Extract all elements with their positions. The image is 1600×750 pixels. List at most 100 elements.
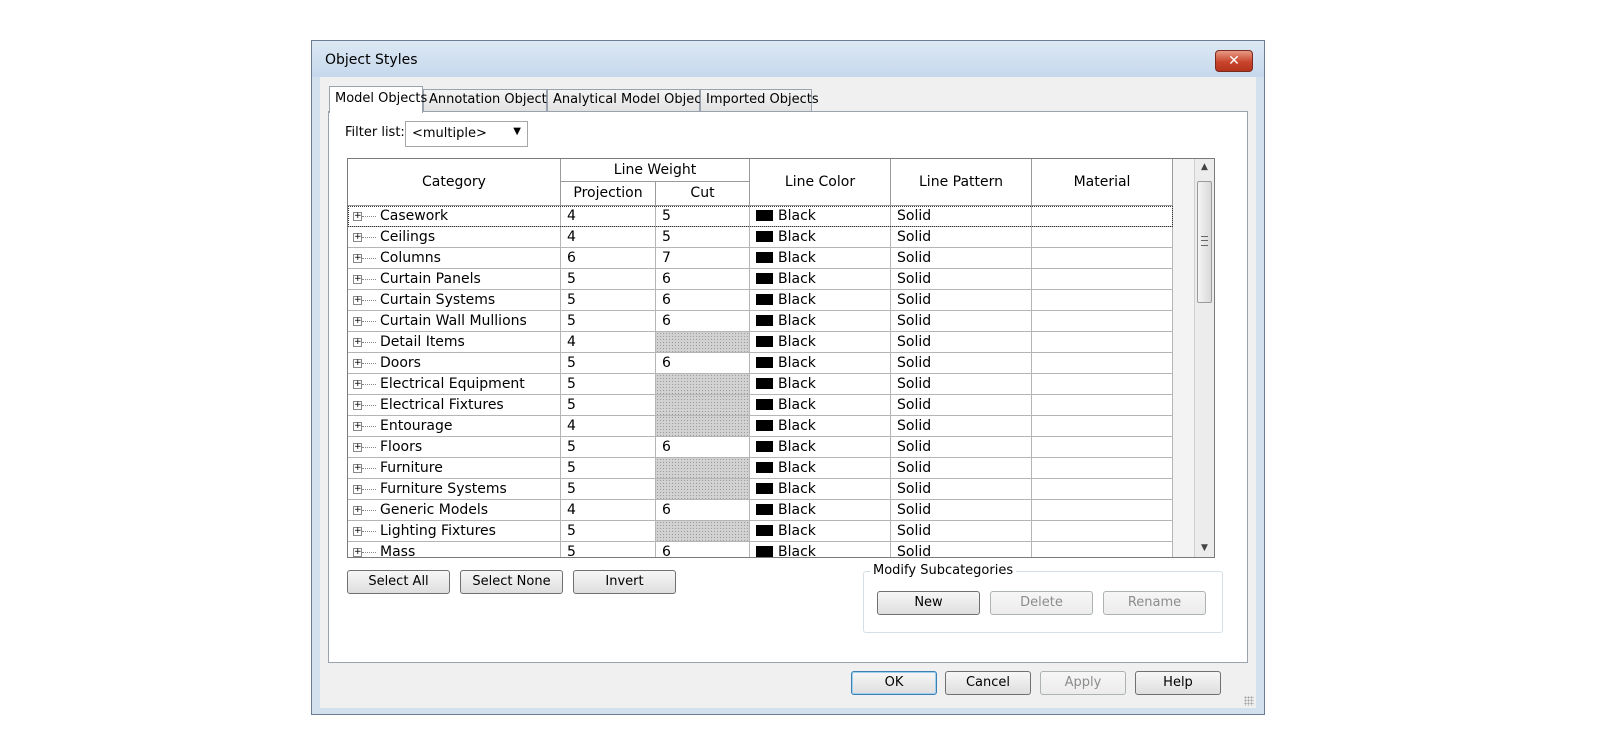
line-color-cell[interactable]: Black [750, 542, 891, 557]
material-cell[interactable] [1032, 353, 1173, 374]
cancel-button[interactable]: Cancel [945, 671, 1031, 695]
filter-list-dropdown[interactable]: <multiple> ▼ [405, 121, 528, 147]
select-none-button[interactable]: Select None [460, 570, 563, 594]
delete-subcategory-button[interactable]: Delete [990, 591, 1093, 615]
projection-cell[interactable]: 5 [561, 290, 656, 311]
projection-cell[interactable]: 5 [561, 395, 656, 416]
material-cell[interactable] [1032, 500, 1173, 521]
line-color-cell[interactable]: Black [750, 269, 891, 290]
material-cell[interactable] [1032, 290, 1173, 311]
expand-plus-icon[interactable]: + [353, 506, 362, 515]
line-pattern-cell[interactable]: Solid [891, 458, 1032, 479]
table-row[interactable]: + Furniture Systems 5 Black Solid [348, 479, 1173, 500]
category-cell[interactable]: + Columns [348, 248, 561, 269]
table-row[interactable]: + Mass 5 6 Black Solid [348, 542, 1173, 557]
category-cell[interactable]: + Detail Items [348, 332, 561, 353]
line-color-cell[interactable]: Black [750, 248, 891, 269]
header-line-color[interactable]: Line Color [750, 159, 891, 206]
expand-plus-icon[interactable]: + [353, 443, 362, 452]
ok-button[interactable]: OK [851, 671, 937, 695]
projection-cell[interactable]: 4 [561, 227, 656, 248]
projection-cell[interactable]: 5 [561, 374, 656, 395]
expand-plus-icon[interactable]: + [353, 548, 362, 557]
resize-grip-icon[interactable] [1244, 696, 1254, 706]
material-cell[interactable] [1032, 332, 1173, 353]
line-color-cell[interactable]: Black [750, 332, 891, 353]
title-bar[interactable]: Object Styles ✕ [312, 41, 1264, 77]
material-cell[interactable] [1032, 437, 1173, 458]
tab-imported-objects[interactable]: Imported Objects [700, 89, 819, 111]
table-row[interactable]: + Floors 5 6 Black Solid [348, 437, 1173, 458]
cut-cell[interactable]: 7 [656, 248, 750, 269]
table-row[interactable]: + Curtain Panels 5 6 Black Solid [348, 269, 1173, 290]
projection-cell[interactable]: 5 [561, 311, 656, 332]
header-material[interactable]: Material [1032, 159, 1173, 206]
projection-cell[interactable]: 5 [561, 479, 656, 500]
line-pattern-cell[interactable]: Solid [891, 416, 1032, 437]
table-row[interactable]: + Entourage 4 Black Solid [348, 416, 1173, 437]
category-cell[interactable]: + Doors [348, 353, 561, 374]
material-cell[interactable] [1032, 206, 1173, 227]
line-color-cell[interactable]: Black [750, 521, 891, 542]
tab-annotation-objects[interactable]: Annotation Objects [423, 89, 554, 111]
line-color-cell[interactable]: Black [750, 479, 891, 500]
line-color-cell[interactable]: Black [750, 206, 891, 227]
line-pattern-cell[interactable]: Solid [891, 311, 1032, 332]
projection-cell[interactable]: 5 [561, 458, 656, 479]
material-cell[interactable] [1032, 311, 1173, 332]
projection-cell[interactable]: 5 [561, 269, 656, 290]
category-cell[interactable]: + Floors [348, 437, 561, 458]
tab-analytical-model-objects[interactable]: Analytical Model Objects [547, 89, 713, 111]
projection-cell[interactable]: 5 [561, 521, 656, 542]
cut-cell[interactable]: 6 [656, 269, 750, 290]
cut-cell[interactable]: 6 [656, 290, 750, 311]
select-all-button[interactable]: Select All [347, 570, 450, 594]
material-cell[interactable] [1032, 248, 1173, 269]
line-pattern-cell[interactable]: Solid [891, 227, 1032, 248]
table-row[interactable]: + Electrical Equipment 5 Black Solid [348, 374, 1173, 395]
category-cell[interactable]: + Curtain Systems [348, 290, 561, 311]
cut-cell[interactable]: 6 [656, 437, 750, 458]
category-cell[interactable]: + Ceilings [348, 227, 561, 248]
new-subcategory-button[interactable]: New [877, 591, 980, 615]
expand-plus-icon[interactable]: + [353, 254, 362, 263]
category-cell[interactable]: + Generic Models [348, 500, 561, 521]
projection-cell[interactable]: 5 [561, 437, 656, 458]
material-cell[interactable] [1032, 521, 1173, 542]
category-cell[interactable]: + Electrical Equipment [348, 374, 561, 395]
table-row[interactable]: + Columns 6 7 Black Solid [348, 248, 1173, 269]
rename-subcategory-button[interactable]: Rename [1103, 591, 1206, 615]
cut-cell[interactable]: 6 [656, 500, 750, 521]
material-cell[interactable] [1032, 395, 1173, 416]
cut-cell[interactable]: 5 [656, 206, 750, 227]
category-cell[interactable]: + Casework [348, 206, 561, 227]
category-cell[interactable]: + Lighting Fixtures [348, 521, 561, 542]
cut-cell[interactable]: 6 [656, 311, 750, 332]
expand-plus-icon[interactable]: + [353, 422, 362, 431]
table-row[interactable]: + Generic Models 4 6 Black Solid [348, 500, 1173, 521]
expand-plus-icon[interactable]: + [353, 464, 362, 473]
expand-plus-icon[interactable]: + [353, 527, 362, 536]
expand-plus-icon[interactable]: + [353, 296, 362, 305]
expand-plus-icon[interactable]: + [353, 359, 362, 368]
line-pattern-cell[interactable]: Solid [891, 206, 1032, 227]
line-pattern-cell[interactable]: Solid [891, 353, 1032, 374]
line-color-cell[interactable]: Black [750, 458, 891, 479]
line-pattern-cell[interactable]: Solid [891, 248, 1032, 269]
line-color-cell[interactable]: Black [750, 500, 891, 521]
line-color-cell[interactable]: Black [750, 290, 891, 311]
material-cell[interactable] [1032, 458, 1173, 479]
apply-button[interactable]: Apply [1040, 671, 1126, 695]
category-cell[interactable]: + Curtain Wall Mullions [348, 311, 561, 332]
expand-plus-icon[interactable]: + [353, 233, 362, 242]
close-button[interactable]: ✕ [1215, 50, 1253, 72]
line-color-cell[interactable]: Black [750, 395, 891, 416]
material-cell[interactable] [1032, 227, 1173, 248]
projection-cell[interactable]: 5 [561, 542, 656, 557]
line-color-cell[interactable]: Black [750, 374, 891, 395]
expand-plus-icon[interactable]: + [353, 485, 362, 494]
table-row[interactable]: + Doors 5 6 Black Solid [348, 353, 1173, 374]
help-button[interactable]: Help [1135, 671, 1221, 695]
line-pattern-cell[interactable]: Solid [891, 269, 1032, 290]
material-cell[interactable] [1032, 269, 1173, 290]
